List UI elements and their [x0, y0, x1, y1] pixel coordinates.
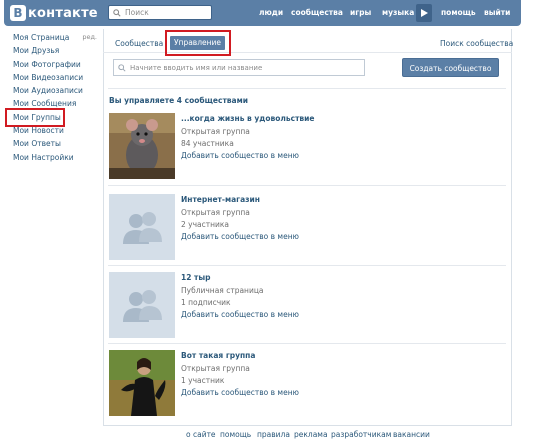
group-item: Интернет-магазин Открытая группа 2 участ…: [109, 194, 499, 262]
add-to-menu-link[interactable]: Добавить сообщество в меню: [181, 232, 299, 241]
nav-people[interactable]: люди: [259, 8, 283, 17]
tab-communities[interactable]: Сообщества: [115, 39, 163, 48]
group-avatar-placeholder[interactable]: [109, 272, 175, 338]
filter-placeholder: Начните вводить имя или название: [130, 63, 263, 72]
top-header: В контакте Поиск люди сообщества игры му…: [0, 0, 537, 26]
nav-games[interactable]: игры: [350, 8, 371, 17]
group-type: Открытая группа: [181, 364, 250, 373]
group-item: 12 тыр Публичная страница 1 подписчик До…: [109, 272, 499, 340]
nav-communities[interactable]: сообщества: [291, 8, 343, 17]
group-type: Открытая группа: [181, 208, 250, 217]
logo-text: контакте: [28, 5, 98, 21]
sidebar-item-my-page[interactable]: Моя Страница ред.: [13, 31, 99, 44]
sidebar-item-audio[interactable]: Мои Аудиозаписи: [13, 84, 99, 97]
sidebar-item-settings[interactable]: Мои Настройки: [13, 151, 99, 164]
group-type: Публичная страница: [181, 286, 264, 295]
sidebar-item-photos[interactable]: Мои Фотографии: [13, 58, 99, 71]
group-name[interactable]: Вот такая группа: [181, 351, 255, 360]
search-placeholder: Поиск: [125, 8, 149, 17]
divider: [108, 343, 506, 344]
nav-logout[interactable]: выйти: [484, 8, 510, 17]
group-avatar-photo[interactable]: [109, 113, 175, 179]
footer-link-about[interactable]: о сайте: [186, 430, 216, 439]
groups-highlight-box: [5, 108, 65, 127]
play-icon: [420, 9, 428, 17]
group-avatar-photo[interactable]: [109, 350, 175, 416]
sidebar-item-label: Моя Страница: [13, 33, 70, 42]
sidebar-item-answers[interactable]: Мои Ответы: [13, 137, 99, 150]
management-highlight-box: [165, 30, 231, 56]
group-member-count: 2 участника: [181, 220, 230, 229]
divider: [108, 88, 506, 89]
search-input[interactable]: Поиск: [108, 5, 212, 20]
music-play-button[interactable]: [416, 4, 432, 22]
footer-link-ads[interactable]: реклама: [294, 430, 328, 439]
group-item: ...когда жизнь в удовольствие Открытая г…: [109, 113, 499, 181]
footer-link-help[interactable]: помощь: [220, 430, 251, 439]
rat-photo-image: [109, 113, 175, 179]
sidebar-item-friends[interactable]: Мои Друзья: [13, 44, 99, 57]
group-member-count: 1 подписчик: [181, 298, 231, 307]
footer-link-rules[interactable]: правила: [257, 430, 290, 439]
nav-music[interactable]: музыка: [382, 8, 414, 17]
add-to-menu-link[interactable]: Добавить сообщество в меню: [181, 151, 299, 160]
left-sidebar: Моя Страница ред. Мои Друзья Мои Фотогра…: [13, 31, 99, 164]
default-group-avatar-icon: [109, 272, 175, 338]
default-group-avatar-icon: [109, 194, 175, 260]
logo-letter: В: [10, 5, 26, 21]
search-icon: [113, 8, 121, 17]
divider: [108, 265, 506, 266]
woman-photo-image: [109, 350, 175, 416]
community-filter-input[interactable]: Начните вводить имя или название: [113, 59, 365, 76]
divider: [108, 185, 506, 186]
group-type: Открытая группа: [181, 127, 250, 136]
group-item: Вот такая группа Открытая группа 1 участ…: [109, 350, 499, 418]
group-member-count: 84 участника: [181, 139, 234, 148]
search-icon: [118, 63, 126, 72]
section-title: Вы управляете 4 сообществами: [109, 96, 248, 105]
nav-help[interactable]: помощь: [441, 8, 476, 17]
group-name[interactable]: Интернет-магазин: [181, 195, 260, 204]
footer-link-developers[interactable]: разработчикам: [331, 430, 391, 439]
group-avatar-placeholder[interactable]: [109, 194, 175, 260]
sidebar-item-videos[interactable]: Мои Видеозаписи: [13, 71, 99, 84]
search-communities-link[interactable]: Поиск сообщества: [440, 39, 513, 48]
vk-logo[interactable]: В контакте: [10, 4, 98, 22]
sidebar-edit-link[interactable]: ред.: [82, 31, 97, 44]
footer-link-jobs[interactable]: вакансии: [393, 430, 430, 439]
group-name[interactable]: 12 тыр: [181, 273, 211, 282]
add-to-menu-link[interactable]: Добавить сообщество в меню: [181, 388, 299, 397]
group-name[interactable]: ...когда жизнь в удовольствие: [181, 114, 315, 123]
create-community-button[interactable]: Создать сообщество: [402, 58, 499, 77]
add-to-menu-link[interactable]: Добавить сообщество в меню: [181, 310, 299, 319]
group-member-count: 1 участник: [181, 376, 225, 385]
